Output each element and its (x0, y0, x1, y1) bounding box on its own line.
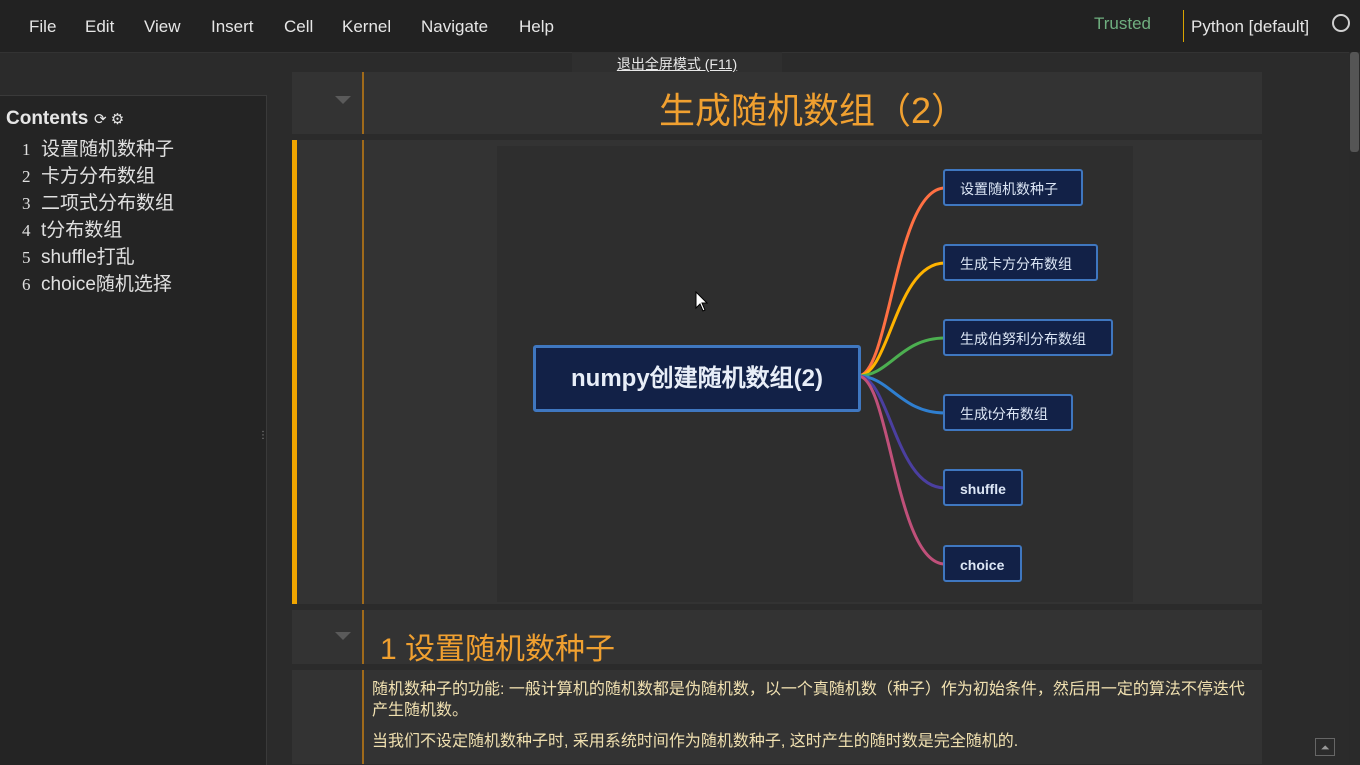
mindmap-node: 生成伯努利分布数组 (943, 319, 1113, 356)
branch-line (857, 186, 946, 378)
paragraph: 当我们不设定随机数种子时, 采用系统时间作为随机数种子, 这时产生的随时数是完全… (372, 733, 1019, 750)
markdown-cell-heading[interactable]: 1 设置随机数种子 (292, 610, 1262, 666)
scroll-to-top-icon[interactable]: ⏶ (1315, 738, 1335, 756)
mindmap-node: 生成t分布数组 (943, 394, 1073, 431)
mouse-cursor-icon (695, 291, 709, 312)
paragraph: 随机数种子的功能: 一般计算机的随机数都是伪随机数，以一个真随机数（种子）作为初… (372, 681, 1245, 719)
branch-line (857, 261, 946, 378)
branch-line (857, 374, 946, 566)
mindmap-node: 设置随机数种子 (943, 169, 1083, 206)
collapse-caret-icon[interactable] (335, 632, 351, 640)
mindmap-node: choice (943, 545, 1022, 582)
section-heading: 1 设置随机数种子 (380, 633, 616, 666)
mindmap-node: shuffle (943, 469, 1023, 506)
branch-line (857, 374, 946, 490)
scrollbar[interactable] (1349, 52, 1360, 764)
mindmap-node: 生成卡方分布数组 (943, 244, 1098, 281)
scrollbar-thumb[interactable] (1350, 52, 1359, 152)
mindmap-root-node: numpy创建随机数组(2) (533, 345, 861, 412)
